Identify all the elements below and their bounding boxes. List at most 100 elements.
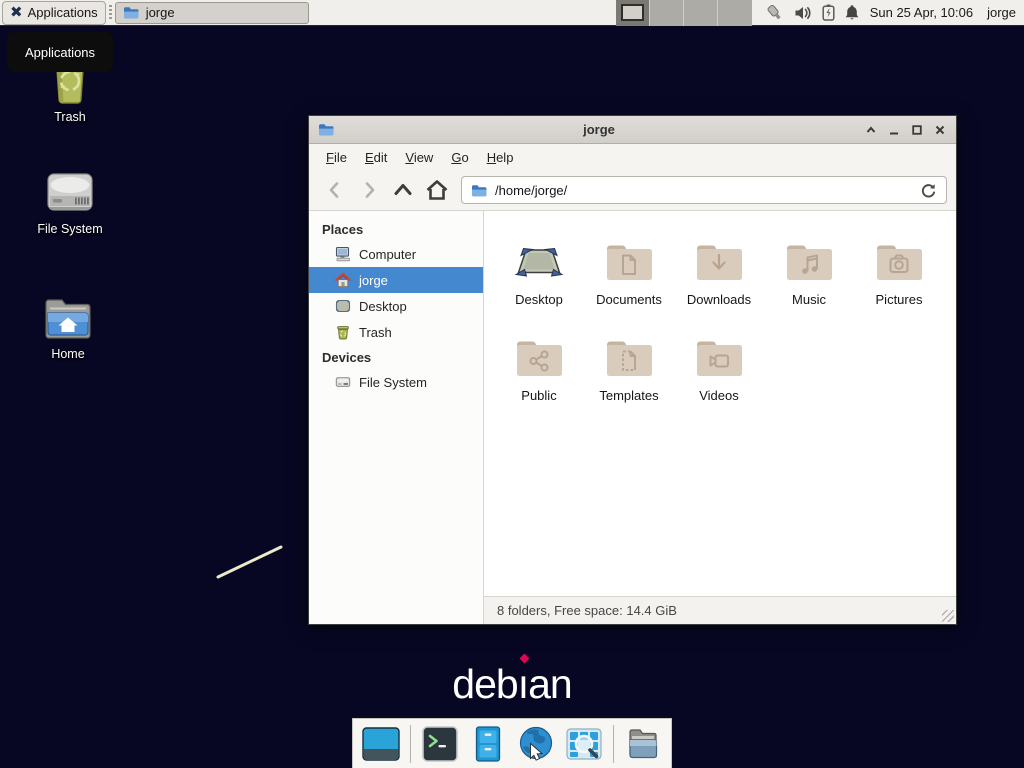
documents-folder-icon xyxy=(603,229,655,283)
window-controls xyxy=(864,123,947,137)
file-manager-launcher[interactable] xyxy=(469,725,507,763)
file-label: Desktop xyxy=(515,292,563,307)
sidebar-item-desktop[interactable]: Desktop xyxy=(309,293,483,319)
videos-folder-icon xyxy=(693,325,745,379)
file-item-public[interactable]: Public xyxy=(494,321,584,417)
dock-separator xyxy=(613,725,614,763)
chevron-left-icon xyxy=(325,180,345,200)
workspace-2[interactable] xyxy=(650,0,684,26)
top-panel: ✖ Applications jorge xyxy=(0,0,1024,26)
applications-menu-label: Applications xyxy=(28,5,98,20)
menu-go[interactable]: Go xyxy=(442,147,477,168)
application-finder-launcher[interactable] xyxy=(565,725,603,763)
maximize-button[interactable] xyxy=(910,123,924,137)
location-bar[interactable]: /home/jorge/ xyxy=(461,176,947,204)
cursor-line xyxy=(210,540,290,585)
file-item-pictures[interactable]: Pictures xyxy=(854,225,944,321)
location-path[interactable]: /home/jorge/ xyxy=(495,183,912,198)
file-label: Documents xyxy=(596,292,662,307)
terminal-launcher[interactable] xyxy=(421,725,459,763)
logo-text: deb xyxy=(452,661,517,707)
hard-drive-icon xyxy=(335,374,351,390)
panel-handle[interactable] xyxy=(109,5,112,21)
back-button[interactable] xyxy=(318,175,352,205)
sidebar-item-file-system[interactable]: File System xyxy=(309,369,483,395)
workspace-3[interactable] xyxy=(684,0,718,26)
sidebar-item-label: jorge xyxy=(359,273,388,288)
folder-view: Desktop Documents xyxy=(484,211,956,624)
file-label: Templates xyxy=(599,388,658,403)
chevron-right-icon xyxy=(359,180,379,200)
workspace-1[interactable] xyxy=(616,0,650,26)
home-icon xyxy=(335,272,351,288)
sidebar-item-trash[interactable]: Trash xyxy=(309,319,483,345)
notifications-bell-icon[interactable] xyxy=(844,4,860,21)
workspace-window-thumb xyxy=(621,4,644,21)
file-label: Music xyxy=(792,292,826,307)
reload-icon[interactable] xyxy=(920,182,937,199)
web-browser-launcher[interactable] xyxy=(517,725,555,763)
window-folder-icon xyxy=(318,123,334,136)
file-grid: Desktop Documents xyxy=(484,211,956,596)
file-item-downloads[interactable]: Downloads xyxy=(674,225,764,321)
sidebar: Places Computer xyxy=(309,211,484,624)
menu-bar: File Edit View Go Help xyxy=(309,144,956,170)
workspace-4[interactable] xyxy=(718,0,752,26)
home-icon xyxy=(425,179,449,201)
taskbar-window-button[interactable]: jorge xyxy=(115,2,309,24)
logo-dotless-i: ı xyxy=(518,661,528,708)
chevron-up-icon xyxy=(392,180,414,200)
debian-logo: debıan xyxy=(0,661,1024,708)
pictures-folder-icon xyxy=(873,229,925,283)
applications-menu-button[interactable]: ✖ Applications xyxy=(2,1,106,25)
trash-icon xyxy=(335,324,351,340)
menu-edit[interactable]: Edit xyxy=(356,147,396,168)
desktop-icon-file-system[interactable]: File System xyxy=(20,166,120,236)
volume-icon[interactable] xyxy=(794,5,813,21)
battery-icon[interactable] xyxy=(822,4,835,21)
file-item-videos[interactable]: Videos xyxy=(674,321,764,417)
file-item-documents[interactable]: Documents xyxy=(584,225,674,321)
window-titlebar[interactable]: jorge xyxy=(309,116,956,144)
menu-file[interactable]: File xyxy=(317,147,356,168)
close-button[interactable] xyxy=(933,123,947,137)
file-item-desktop[interactable]: Desktop xyxy=(494,225,584,321)
applications-tooltip: Applications xyxy=(7,32,113,72)
file-label: Videos xyxy=(699,388,739,403)
resize-grip[interactable] xyxy=(942,610,954,622)
dock-panel xyxy=(352,718,672,768)
home-folder-icon xyxy=(41,295,95,343)
home-button[interactable] xyxy=(420,175,454,205)
panel-user-menu[interactable]: jorge xyxy=(987,5,1016,20)
file-label: Downloads xyxy=(687,292,751,307)
window-title: jorge xyxy=(334,122,864,137)
file-item-music[interactable]: Music xyxy=(764,225,854,321)
sidebar-item-label: Computer xyxy=(359,247,416,262)
desktop-icon-home[interactable]: Home xyxy=(18,295,118,361)
desktop-surface-icon xyxy=(513,229,565,283)
taskbar-window-label: jorge xyxy=(146,5,175,20)
templates-folder-icon xyxy=(603,325,655,379)
up-button[interactable] xyxy=(386,175,420,205)
desktop-icon-label: File System xyxy=(37,222,102,236)
show-desktop-button[interactable] xyxy=(362,725,400,763)
computer-icon xyxy=(335,246,351,262)
file-label: Pictures xyxy=(876,292,923,307)
removable-device-icon[interactable] xyxy=(765,4,785,22)
minimize-button[interactable] xyxy=(887,123,901,137)
downloads-folder-icon xyxy=(693,229,745,283)
desktop-icon-label: Home xyxy=(51,347,84,361)
menu-help[interactable]: Help xyxy=(478,147,523,168)
folder-icon xyxy=(471,184,487,197)
tooltip-text: Applications xyxy=(25,45,95,60)
sidebar-header-places: Places xyxy=(309,217,483,241)
logo-text: an xyxy=(528,661,572,707)
menu-view[interactable]: View xyxy=(396,147,442,168)
sidebar-item-computer[interactable]: Computer xyxy=(309,241,483,267)
desktop-screen: ✖ Applications jorge xyxy=(0,0,1024,768)
file-item-templates[interactable]: Templates xyxy=(584,321,674,417)
directory-menu-button[interactable] xyxy=(624,725,662,763)
sidebar-item-jorge[interactable]: jorge xyxy=(309,267,483,293)
shade-button[interactable] xyxy=(864,123,878,137)
forward-button[interactable] xyxy=(352,175,386,205)
